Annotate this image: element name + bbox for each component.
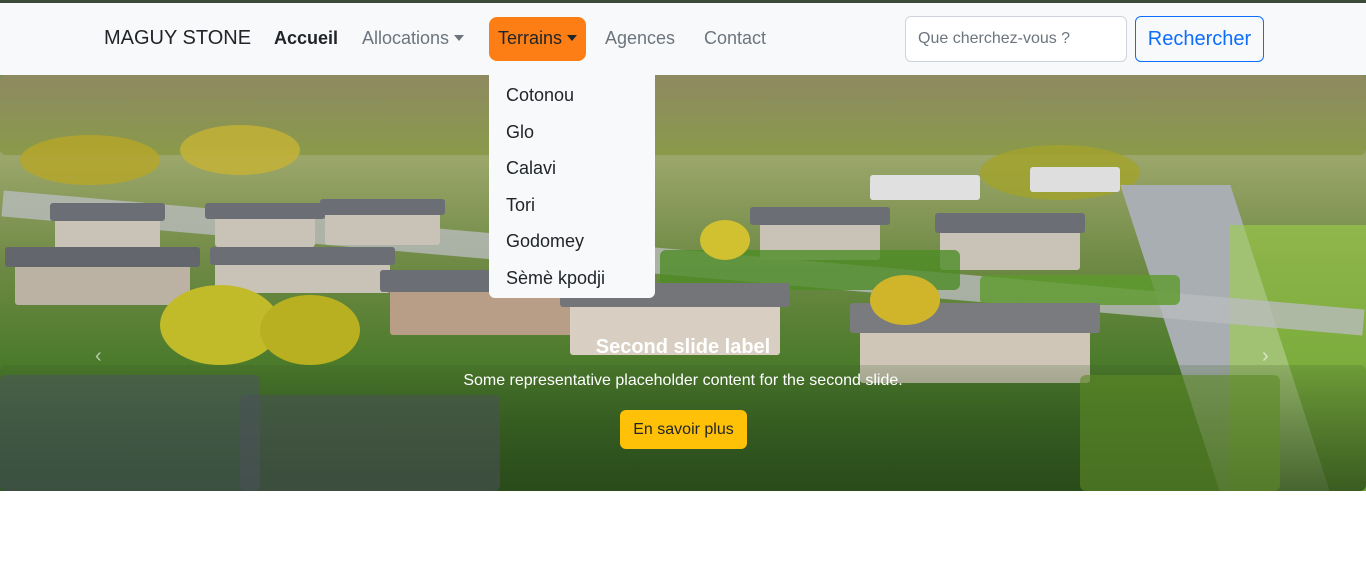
navbar: MAGUY STONE Accueil Allocations Terrains… bbox=[0, 3, 1366, 75]
nav-agences[interactable]: Agences bbox=[605, 28, 675, 49]
nav-contact[interactable]: Contact bbox=[704, 28, 766, 49]
nav-terrains-label: Terrains bbox=[498, 28, 563, 48]
dropdown-item-calavi[interactable]: Calavi bbox=[489, 152, 655, 189]
dropdown-item-godomey[interactable]: Godomey bbox=[489, 225, 655, 262]
nav-accueil[interactable]: Accueil bbox=[274, 28, 338, 49]
search-input[interactable] bbox=[905, 16, 1127, 62]
dropdown-item-glo[interactable]: Glo bbox=[489, 116, 655, 153]
dropdown-item-cotonou[interactable]: Cotonou bbox=[489, 79, 655, 116]
nav-terrains-dropdown[interactable]: Terrains bbox=[489, 17, 586, 61]
nav-allocations-label: Allocations bbox=[362, 28, 450, 48]
dropdown-item-seme-kpodji[interactable]: Sèmè kpodji bbox=[489, 262, 655, 299]
dropdown-item-tori[interactable]: Tori bbox=[489, 189, 655, 226]
slide-caption-title: Second slide label bbox=[595, 336, 771, 358]
nav-allocations-dropdown[interactable]: Allocations bbox=[362, 28, 465, 49]
terrains-dropdown-menu: Cotonou Glo Calavi Tori Godomey Sèmè kpo… bbox=[489, 73, 655, 298]
slide-caption-text: Some representative placeholder content … bbox=[463, 372, 903, 389]
search-button[interactable]: Rechercher bbox=[1135, 16, 1264, 62]
brand-logo[interactable]: MAGUY STONE bbox=[104, 27, 251, 50]
learn-more-button[interactable]: En savoir plus bbox=[620, 410, 747, 449]
chevron-down-icon bbox=[567, 35, 578, 41]
chevron-down-icon bbox=[454, 35, 465, 41]
